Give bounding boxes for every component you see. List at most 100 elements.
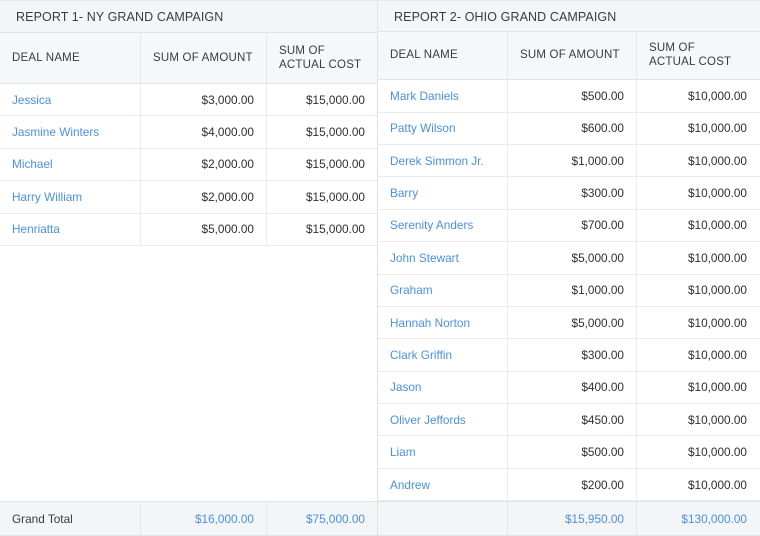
column-header-sum-of-amount[interactable]: SUM OF AMOUNT (140, 33, 266, 83)
sum-of-actual-cost-value: $15,000.00 (266, 116, 377, 148)
report-comparison-view: REPORT 1- NY GRAND CAMPAIGN DEAL NAME SU… (0, 0, 760, 536)
table-row: Derek Simmon Jr. $1,000.00 $10,000.00 (378, 144, 760, 178)
deal-name-link[interactable]: Andrew (378, 469, 507, 500)
column-header-sum-of-actual-cost-line2: ACTUAL COST (279, 59, 362, 71)
sum-of-actual-cost-value: $15,000.00 (266, 84, 377, 116)
deal-name-link[interactable]: Michael (0, 149, 140, 180)
sum-of-actual-cost-value: $10,000.00 (636, 274, 759, 306)
sum-of-amount-value: $300.00 (507, 339, 636, 371)
table-row: Mark Daniels $500.00 $10,000.00 (378, 80, 760, 113)
column-header-deal-name[interactable]: DEAL NAME (378, 32, 507, 80)
sum-of-amount-value: $4,000.00 (140, 116, 266, 148)
sum-of-amount-value: $2,000.00 (140, 148, 266, 181)
report-2-column-headers: DEAL NAME SUM OF AMOUNT SUM OF ACTUAL CO… (378, 31, 760, 81)
sum-of-amount-value: $1,000.00 (507, 144, 636, 177)
table-row: John Stewart $5,000.00 $10,000.00 (378, 242, 760, 275)
deal-name-link[interactable]: Mark Daniels (378, 80, 507, 111)
report-panel-1: REPORT 1- NY GRAND CAMPAIGN DEAL NAME SU… (0, 0, 378, 502)
grand-total-report-2: $15,950.00 $130,000.00 (378, 502, 760, 535)
sum-of-actual-cost-value: $10,000.00 (636, 144, 759, 177)
grand-total-label (378, 502, 507, 535)
deal-name-link[interactable]: Jason (378, 372, 507, 403)
sum-of-amount-value: $450.00 (507, 404, 636, 436)
table-row: Henriatta $5,000.00 $15,000.00 (0, 213, 377, 246)
table-row: Jessica $3,000.00 $15,000.00 (0, 84, 377, 117)
sum-of-amount-value: $500.00 (507, 80, 636, 112)
report-panel-2: REPORT 2- OHIO GRAND CAMPAIGN DEAL NAME … (378, 0, 760, 502)
sum-of-amount-value: $2,000.00 (140, 181, 266, 213)
sum-of-amount-value: $500.00 (507, 436, 636, 468)
deal-name-link[interactable]: Harry William (0, 181, 140, 212)
report-1-title: REPORT 1- NY GRAND CAMPAIGN (0, 0, 377, 33)
report-1-rows: Jessica $3,000.00 $15,000.00 Jasmine Winter… (0, 84, 377, 246)
deal-name-link[interactable]: Serenity Anders (378, 210, 507, 241)
deal-name-link[interactable]: Barry (378, 177, 507, 208)
sum-of-amount-value: $700.00 (507, 209, 636, 242)
sum-of-amount-value: $3,000.00 (140, 84, 266, 116)
grand-total-sum-of-actual-cost[interactable]: $130,000.00 (636, 502, 759, 535)
sum-of-actual-cost-value: $10,000.00 (636, 371, 759, 404)
report-2-title: REPORT 2- OHIO GRAND CAMPAIGN (378, 0, 760, 32)
deal-name-link[interactable]: Derek Simmon Jr. (378, 145, 507, 176)
sum-of-actual-cost-value: $10,000.00 (636, 436, 759, 468)
sum-of-actual-cost-value: $10,000.00 (636, 80, 759, 112)
sum-of-actual-cost-value: $10,000.00 (636, 242, 759, 274)
column-header-sum-of-actual-cost[interactable]: SUM OF ACTUAL COST (266, 33, 377, 83)
sum-of-amount-value: $5,000.00 (140, 213, 266, 245)
sum-of-actual-cost-value: $15,000.00 (266, 181, 377, 213)
table-row: Jason $400.00 $10,000.00 (378, 371, 760, 405)
column-header-sum-of-actual-cost[interactable]: SUM OF ACTUAL COST (636, 31, 759, 80)
column-header-sum-of-actual-cost-line1: SUM OF (279, 45, 325, 57)
deal-name-link[interactable]: Henriatta (0, 214, 140, 245)
report-2-rows: Mark Daniels $500.00 $10,000.00 Patty Wilso… (378, 80, 760, 502)
grand-total-sum-of-actual-cost[interactable]: $75,000.00 (266, 502, 377, 535)
column-header-sum-of-amount[interactable]: SUM OF AMOUNT (507, 31, 636, 80)
table-row: Patty Wilson $600.00 $10,000.00 (378, 112, 760, 145)
table-row: Barry $300.00 $10,000.00 (378, 177, 760, 210)
column-header-sum-of-actual-cost-line2: ACTUAL COST (649, 56, 732, 69)
sum-of-actual-cost-value: $10,000.00 (636, 177, 759, 209)
table-row: Hannah Norton $5,000.00 $10,000.00 (378, 306, 760, 340)
deal-name-link[interactable]: Oliver Jeffords (378, 404, 507, 435)
grand-total-row: Grand Total $16,000.00 $75,000.00 $15,95… (0, 501, 760, 536)
sum-of-amount-value: $400.00 (507, 371, 636, 404)
report-1-empty-space (0, 245, 377, 502)
deal-name-link[interactable]: Patty Wilson (378, 113, 507, 144)
table-row: Jasmine Winters $4,000.00 $15,000.00 (0, 116, 377, 149)
sum-of-actual-cost-value: $15,000.00 (266, 213, 377, 245)
sum-of-actual-cost-value: $10,000.00 (636, 468, 759, 501)
sum-of-amount-value: $600.00 (507, 112, 636, 144)
deal-name-link[interactable]: Graham (378, 275, 507, 306)
deal-name-link[interactable]: John Stewart (378, 242, 507, 273)
deal-name-link[interactable]: Hannah Norton (378, 307, 507, 338)
deal-name-link[interactable]: Jessica (0, 84, 140, 115)
sum-of-actual-cost-value: $10,000.00 (636, 306, 759, 339)
deal-name-link[interactable]: Clark Griffin (378, 339, 507, 370)
deal-name-link[interactable]: Liam (378, 436, 507, 467)
table-row: Liam $500.00 $10,000.00 (378, 436, 760, 469)
table-row: Harry William $2,000.00 $15,000.00 (0, 181, 377, 214)
report-1-column-headers: DEAL NAME SUM OF AMOUNT SUM OF ACTUAL CO… (0, 33, 377, 84)
table-row: Clark Griffin $300.00 $10,000.00 (378, 339, 760, 372)
sum-of-actual-cost-value: $15,000.00 (266, 148, 377, 181)
grand-total-report-1: Grand Total $16,000.00 $75,000.00 (0, 502, 378, 535)
sum-of-actual-cost-value: $10,000.00 (636, 209, 759, 242)
column-header-deal-name[interactable]: DEAL NAME (0, 33, 140, 83)
sum-of-actual-cost-value: $10,000.00 (636, 112, 759, 144)
table-row: Serenity Anders $700.00 $10,000.00 (378, 209, 760, 243)
table-row: Oliver Jeffords $450.00 $10,000.00 (378, 404, 760, 437)
grand-total-label: Grand Total (12, 511, 73, 526)
sum-of-amount-value: $5,000.00 (507, 242, 636, 274)
sum-of-amount-value: $5,000.00 (507, 306, 636, 339)
report-panels: REPORT 1- NY GRAND CAMPAIGN DEAL NAME SU… (0, 0, 760, 502)
table-row: Michael $2,000.00 $15,000.00 (0, 148, 377, 182)
sum-of-actual-cost-value: $10,000.00 (636, 404, 759, 436)
sum-of-amount-value: $1,000.00 (507, 274, 636, 306)
sum-of-actual-cost-value: $10,000.00 (636, 339, 759, 371)
deal-name-link[interactable]: Jasmine Winters (0, 116, 140, 147)
table-row: Andrew $200.00 $10,000.00 (378, 468, 760, 502)
column-header-sum-of-actual-cost-line1: SUM OF (649, 42, 695, 55)
grand-total-sum-of-amount[interactable]: $16,000.00 (140, 502, 266, 535)
sum-of-amount-value: $300.00 (507, 177, 636, 209)
grand-total-sum-of-amount[interactable]: $15,950.00 (507, 502, 636, 535)
